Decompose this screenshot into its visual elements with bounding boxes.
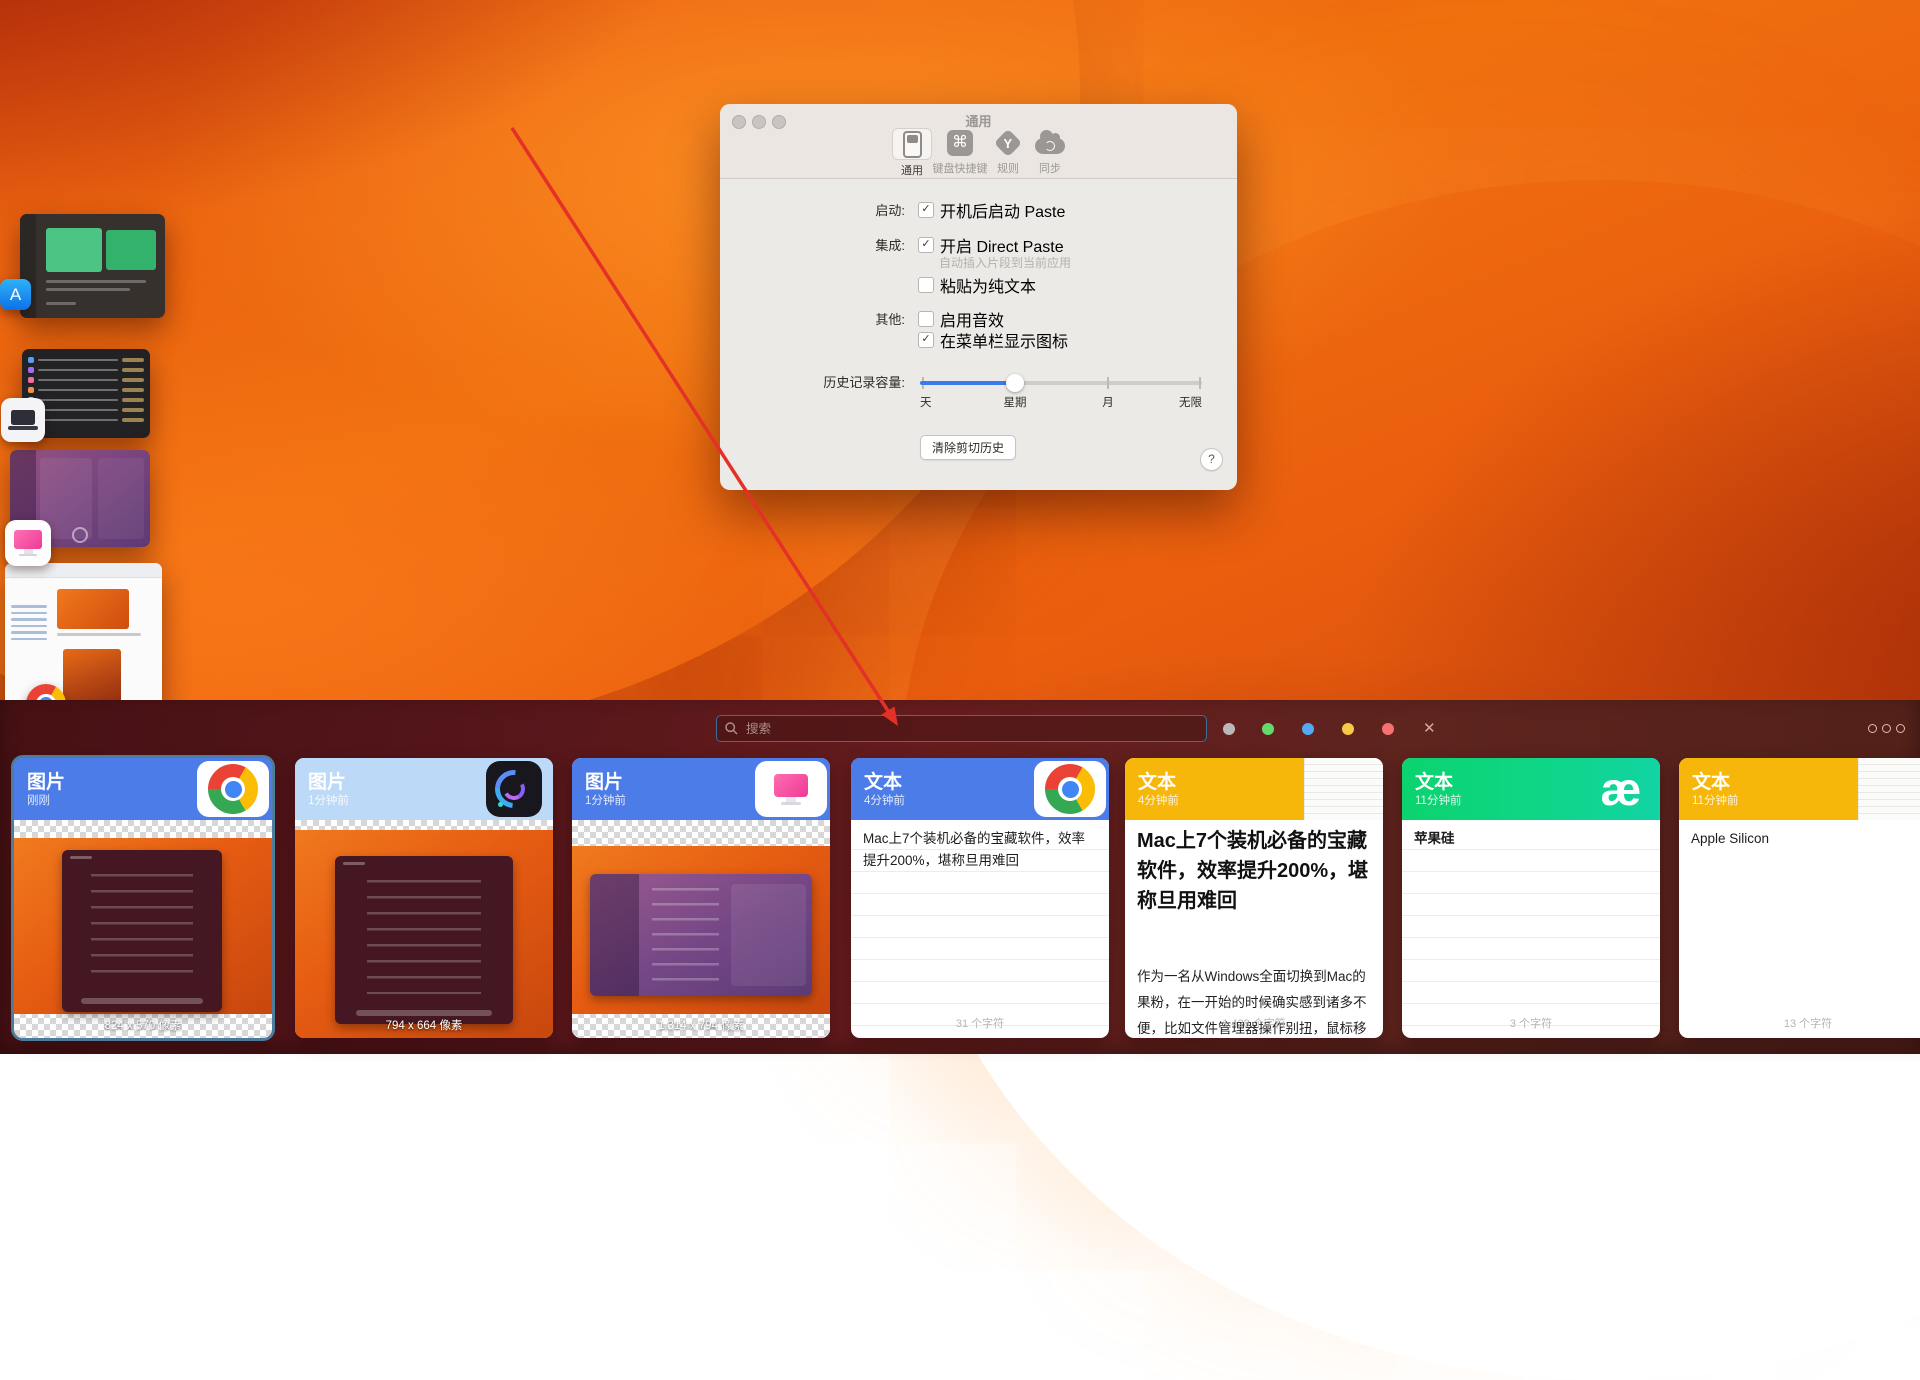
integration-label: 集成: [720,235,905,254]
checkbox-unchecked[interactable] [918,277,934,293]
card-text: 苹果硅 [1414,820,1648,850]
card-type-label: 文本 [1415,767,1453,794]
checkbox-checked[interactable]: ✓ [918,237,934,253]
cleanmymac-icon [755,761,827,817]
clipboard-card-image-2[interactable]: 图片 1分钟前 794 x 664 像素 [295,758,553,1038]
clear-filter-button[interactable]: ✕ [1423,719,1436,737]
thumb-image [106,230,156,270]
thumb-image [46,228,102,272]
clipboard-card-text-1[interactable]: Mac上7个装机必备的宝藏软件，效率提升200%，堪称旦用难回 文本 4分钟前 … [851,758,1109,1038]
paste-settings-window: 通用 通用 ⌘ 键盘快捷键 Y 规则 同步 启动: ✓ 开机后启动 Paste … [720,104,1237,490]
filter-dot-green[interactable] [1262,723,1274,735]
card-footer: 13 个字符 [1679,1014,1920,1038]
screenshot-app-icon [478,761,550,817]
clipboard-card-text-2[interactable]: Mac上7个装机必备的宝藏软件，效率提升200%，堪称旦用难回 作为一名从Win… [1125,758,1383,1038]
search-icon [725,722,738,735]
card-type-label: 文本 [1138,767,1176,794]
card-type-label: 图片 [27,767,65,794]
cleanmymac-icon [5,520,51,566]
clipboard-card-image-3[interactable]: 图片 1分钟前 1,314 x 794 像素 [572,758,830,1038]
eudic-ae-icon: æ [1585,761,1657,817]
card-time: 1分钟前 [585,792,626,808]
filter-dot-yellow[interactable] [1342,723,1354,735]
history-capacity-label: 历史记录容量: [720,372,905,391]
notes-paper-icon [1858,758,1920,820]
filter-dot-blue[interactable] [1302,723,1314,735]
clipboard-card-text-3[interactable]: 苹果硅 文本 11分钟前 æ 3 个字符 [1402,758,1660,1038]
card-footer: 3 个字符 [1402,1014,1660,1038]
clear-history-button[interactable]: 清除剪切历史 [920,435,1016,460]
checkbox-checked[interactable]: ✓ [918,202,934,218]
card-type-label: 图片 [308,767,346,794]
tick-unlimited: 无限 [1179,394,1202,410]
card-footer: 1,428 个字符 [1125,1014,1383,1038]
card-time: 11分钟前 [1415,792,1461,808]
card-footer: 794 x 664 像素 [295,1014,553,1038]
clipboard-card-text-4[interactable]: Apple Silicon 文本 11分钟前 13 个字符 [1679,758,1920,1038]
card-type-label: 图片 [585,767,623,794]
card-time: 4分钟前 [864,792,905,808]
card-time: 刚刚 [27,792,50,808]
card-time: 4分钟前 [1138,792,1179,808]
chrome-icon [1034,761,1106,817]
card-type-label: 文本 [864,767,902,794]
card-footer: 31 个字符 [851,1014,1109,1038]
checkbox-menubar-icon[interactable]: ✓ 在菜单栏显示图标 [918,328,1068,352]
laptop-icon [1,398,45,442]
clipboard-card-image-1[interactable]: 图片 刚刚 824 x 570 像素 [14,758,272,1038]
tick-day: 天 [920,394,932,410]
checkbox-checked[interactable]: ✓ [918,332,934,348]
card-text: Mac上7个装机必备的宝藏软件，效率提升200%，堪称旦用难回 [863,820,1097,872]
search-input[interactable] [744,721,1148,737]
card-heading: Mac上7个装机必备的宝藏软件，效率提升200%，堪称旦用难回 [1137,826,1373,916]
slider-thumb[interactable] [1006,374,1024,392]
window-thumbnail-appstore[interactable] [20,214,165,318]
direct-paste-note: 自动插入片段到当前应用 [939,254,1071,271]
checkbox-paste-plain-text[interactable]: 粘贴为纯文本 [918,273,1036,297]
checkbox-unchecked[interactable] [918,311,934,327]
search-bar[interactable] [716,715,1207,742]
sync-cloud-icon [1035,138,1065,154]
app-store-icon: A [0,279,31,310]
card-footer: 824 x 570 像素 [14,1014,272,1038]
tick-month: 月 [1102,394,1114,410]
window-thumbnail-browser[interactable] [5,563,162,713]
tab-sync[interactable]: 同步 [1005,128,1095,176]
more-options-button[interactable] [1868,724,1905,733]
help-button[interactable]: ? [1200,448,1223,471]
card-type-label: 文本 [1692,767,1730,794]
other-label: 其他: [720,309,905,328]
chrome-icon [197,761,269,817]
filter-dot-red[interactable] [1382,723,1394,735]
notes-paper-icon [1304,758,1383,820]
tick-week: 星期 [1004,394,1027,410]
filter-dot-gray[interactable] [1223,723,1235,735]
launch-label: 启动: [720,200,905,219]
card-time: 11分钟前 [1692,792,1738,808]
card-footer: 1,314 x 794 像素 [572,1014,830,1038]
card-time: 1分钟前 [308,792,349,808]
history-capacity-slider[interactable]: 天 星期 月 无限 [920,374,1202,404]
checkbox-launch-at-login[interactable]: ✓ 开机后启动 Paste [918,198,1065,222]
card-text: Apple Silicon [1691,820,1920,850]
